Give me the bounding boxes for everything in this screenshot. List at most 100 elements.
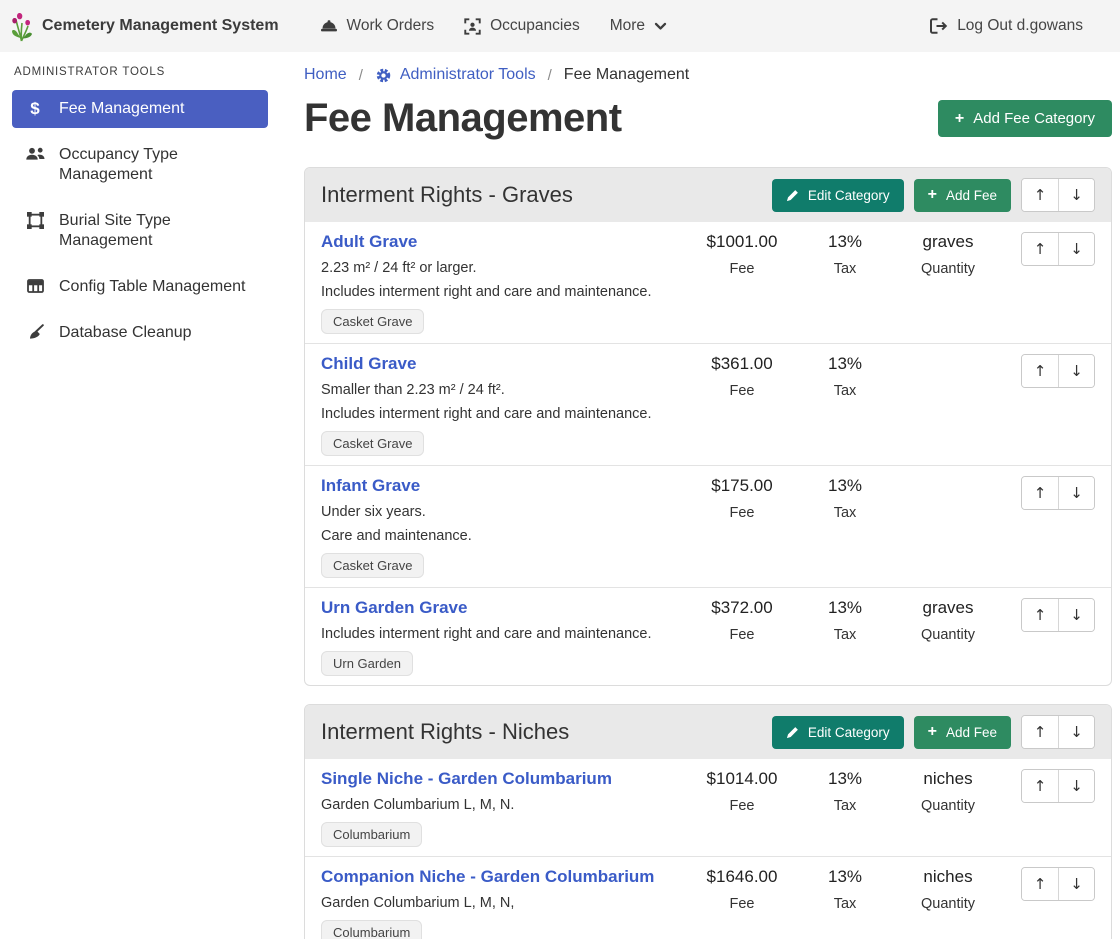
edit-category-button[interactable]: Edit Category (772, 716, 904, 749)
quantity-unit: niches (889, 769, 1007, 789)
nav-more-label: More (610, 17, 645, 35)
move-fee-down-button[interactable]: ↓ (1058, 233, 1094, 265)
tax-label: Tax (801, 798, 889, 814)
fee-description: Includes interment right and care and ma… (321, 406, 673, 422)
quantity-unit: niches (889, 867, 1007, 887)
fee-description: Smaller than 2.23 m² / 24 ft². (321, 382, 673, 398)
gear-icon (375, 67, 392, 84)
fee-category-card-niches: Interment Rights - Niches Edit Category … (304, 704, 1112, 939)
move-category-up-button[interactable]: ↑ (1022, 179, 1058, 211)
fee-name-link[interactable]: Single Niche - Garden Columbarium (321, 769, 612, 789)
move-fee-up-button[interactable]: ↑ (1022, 233, 1058, 265)
fee-description: Under six years. (321, 504, 673, 520)
fee-row-urn-garden-grave: Urn Garden Grave Includes interment righ… (305, 587, 1111, 685)
nav-work-orders[interactable]: Work Orders (305, 0, 450, 52)
fee-label: Fee (683, 383, 801, 399)
sidebar-item-burial-site-type-management[interactable]: Burial Site Type Management (12, 202, 268, 260)
move-fee-down-button[interactable]: ↓ (1058, 599, 1094, 631)
move-category-down-button[interactable]: ↓ (1058, 716, 1094, 748)
move-fee-down-button[interactable]: ↓ (1058, 770, 1094, 802)
sidebar-item-fee-management[interactable]: $ Fee Management (12, 90, 268, 128)
tax-value: 13% (801, 476, 889, 496)
move-fee-up-button[interactable]: ↑ (1022, 477, 1058, 509)
fee-type-badge: Columbarium (321, 920, 422, 939)
move-fee-up-button[interactable]: ↑ (1022, 770, 1058, 802)
fee-category-card-graves: Interment Rights - Graves Edit Category … (304, 167, 1112, 686)
nav-occupancies-label: Occupancies (490, 17, 580, 35)
brand-home-link[interactable]: Cemetery Management System (10, 10, 279, 42)
quantity-unit: graves (889, 232, 1007, 252)
fee-type-badge: Columbarium (321, 822, 422, 847)
edit-category-button[interactable]: Edit Category (772, 179, 904, 212)
dollar-icon: $ (24, 100, 46, 118)
card-header: Interment Rights - Niches Edit Category … (305, 705, 1111, 759)
move-fee-up-button[interactable]: ↑ (1022, 599, 1058, 631)
fee-label: Fee (683, 798, 801, 814)
add-fee-category-button[interactable]: + Add Fee Category (938, 100, 1112, 137)
fee-description: Garden Columbarium L, M, N. (321, 797, 673, 813)
pencil-icon (786, 189, 799, 202)
fee-name-link[interactable]: Adult Grave (321, 232, 417, 252)
add-fee-label: Add Fee (946, 188, 997, 203)
sidebar-item-occupancy-type-management[interactable]: Occupancy Type Management (12, 136, 268, 194)
fee-name-link[interactable]: Urn Garden Grave (321, 598, 467, 618)
fee-reorder-group: ↑ ↓ (1021, 867, 1095, 901)
fee-name-link[interactable]: Child Grave (321, 354, 416, 374)
tax-value: 13% (801, 598, 889, 618)
breadcrumb-home-link[interactable]: Home (304, 66, 347, 84)
fee-name-link[interactable]: Infant Grave (321, 476, 420, 496)
logout-label: Log Out d.gowans (957, 17, 1083, 35)
fee-row-child-grave: Child Grave Smaller than 2.23 m² / 24 ft… (305, 343, 1111, 465)
move-category-up-button[interactable]: ↑ (1022, 716, 1058, 748)
nav-occupancies[interactable]: Occupancies (449, 0, 595, 52)
add-fee-button[interactable]: + Add Fee (914, 716, 1011, 749)
move-fee-down-button[interactable]: ↓ (1058, 355, 1094, 387)
sidebar-item-label: Occupancy Type Management (59, 145, 256, 185)
move-category-down-button[interactable]: ↓ (1058, 179, 1094, 211)
card-header: Interment Rights - Graves Edit Category … (305, 168, 1111, 222)
edit-category-label: Edit Category (808, 725, 890, 740)
fee-type-badge: Casket Grave (321, 553, 424, 578)
breadcrumb-admin-tools-link[interactable]: Administrator Tools (375, 66, 536, 84)
pencil-icon (786, 726, 799, 739)
logout-link[interactable]: Log Out d.gowans (914, 0, 1098, 52)
sidebar-item-database-cleanup[interactable]: Database Cleanup (12, 314, 268, 352)
sidebar-item-label: Config Table Management (59, 277, 246, 297)
category-reorder-group: ↑ ↓ (1021, 178, 1095, 212)
breadcrumb-current: Fee Management (564, 66, 689, 84)
plus-icon: + (955, 112, 964, 126)
fee-reorder-group: ↑ ↓ (1021, 354, 1095, 388)
move-fee-up-button[interactable]: ↑ (1022, 355, 1058, 387)
tax-label: Tax (801, 627, 889, 643)
nav-more-dropdown[interactable]: More (595, 0, 682, 52)
sidebar-item-label: Fee Management (59, 99, 184, 119)
breadcrumb-separator: / (359, 67, 363, 84)
plus-icon: + (928, 188, 937, 202)
fee-name-link[interactable]: Companion Niche - Garden Columbarium (321, 867, 654, 887)
fee-reorder-group: ↑ ↓ (1021, 232, 1095, 266)
breadcrumb: Home / Administrator Tools / Fee Managem… (304, 66, 1112, 84)
fee-description: Garden Columbarium L, M, N, (321, 895, 673, 911)
move-fee-down-button[interactable]: ↓ (1058, 868, 1094, 900)
quantity-label: Quantity (889, 261, 1007, 277)
move-fee-up-button[interactable]: ↑ (1022, 868, 1058, 900)
fee-description: Includes interment right and care and ma… (321, 626, 673, 642)
breadcrumb-separator: / (548, 67, 552, 84)
sidebar-item-config-table-management[interactable]: Config Table Management (12, 268, 268, 306)
occupancy-frame-icon (464, 18, 481, 35)
fee-row-single-niche: Single Niche - Garden Columbarium Garden… (305, 759, 1111, 856)
add-fee-category-label: Add Fee Category (973, 110, 1095, 127)
add-fee-button[interactable]: + Add Fee (914, 179, 1011, 212)
fee-amount: $1646.00 (683, 867, 801, 887)
fee-amount: $361.00 (683, 354, 801, 374)
sidebar-heading: ADMINISTRATOR TOOLS (14, 66, 268, 78)
fee-amount: $1014.00 (683, 769, 801, 789)
nav-work-orders-label: Work Orders (347, 17, 435, 35)
fee-type-badge: Urn Garden (321, 651, 413, 676)
move-fee-down-button[interactable]: ↓ (1058, 477, 1094, 509)
broom-icon (24, 324, 46, 340)
tax-value: 13% (801, 354, 889, 374)
fee-reorder-group: ↑ ↓ (1021, 476, 1095, 510)
logout-icon (929, 18, 948, 34)
hard-hat-icon (320, 18, 338, 34)
